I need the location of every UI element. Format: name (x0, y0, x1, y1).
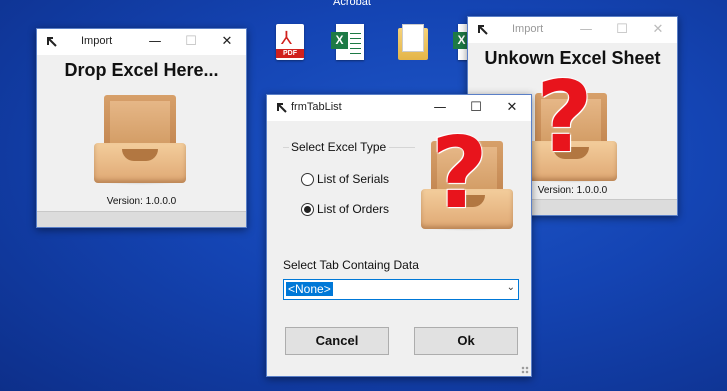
close-button[interactable]: ✕ (494, 95, 530, 121)
close-button[interactable]: ✕ (640, 17, 676, 43)
radio-label-orders[interactable]: List of Orders (317, 202, 389, 216)
title-bar[interactable]: frmTabList — ☐ ✕ (267, 95, 531, 121)
question-mark-icon: ? (536, 61, 593, 175)
window-title: frmTabList (291, 101, 342, 113)
radio-list-of-orders[interactable] (301, 203, 314, 216)
drop-heading: Drop Excel Here... (64, 60, 219, 80)
maximize-button[interactable]: ☐ (604, 17, 640, 43)
folder-icon[interactable] (395, 22, 431, 64)
close-button[interactable]: ✕ (209, 29, 245, 55)
group-border (389, 147, 415, 148)
group-border (283, 147, 289, 148)
pdf-file-icon[interactable]: ⅄ PDF (272, 22, 308, 64)
app-icon (478, 25, 488, 35)
inbox-tray-icon (92, 95, 188, 187)
resize-grip[interactable] (521, 366, 529, 374)
radio-list-of-serials[interactable] (301, 173, 314, 186)
app-icon (277, 103, 287, 113)
tab-select-label: Select Tab Containg Data (283, 258, 419, 272)
radio-label-serials[interactable]: List of Serials (317, 172, 389, 186)
title-bar[interactable]: Import — ☐ ✕ (37, 29, 246, 55)
chevron-down-icon[interactable]: ⌄ (507, 282, 515, 293)
window-title: Import (512, 23, 544, 35)
tab-select-dropdown[interactable]: <None> ⌄ (283, 279, 519, 300)
excel-type-group-label: Select Excel Type (291, 140, 387, 154)
desktop-label-acrobat: Acrobat (333, 0, 371, 8)
title-bar[interactable]: Import — ☐ ✕ (468, 17, 677, 43)
minimize-button[interactable]: — (568, 17, 604, 43)
tab-list-dialog: frmTabList — ☐ ✕ Select Excel Type List … (266, 94, 532, 377)
status-bar (37, 211, 246, 227)
cancel-button[interactable]: Cancel (285, 327, 389, 355)
question-mark-icon: ? (431, 117, 488, 231)
window-title: Import (81, 35, 113, 47)
app-icon (47, 37, 57, 47)
tab-select-value: <None> (286, 282, 333, 296)
minimize-button[interactable]: — (137, 29, 173, 55)
excel-file-icon[interactable]: X (330, 22, 366, 64)
version-label: Version: 1.0.0.0 (106, 196, 177, 207)
ok-button[interactable]: Ok (414, 327, 518, 355)
maximize-button[interactable]: ☐ (173, 29, 209, 55)
import-window-left: Import — ☐ ✕ Drop Excel Here... Version:… (36, 28, 247, 228)
